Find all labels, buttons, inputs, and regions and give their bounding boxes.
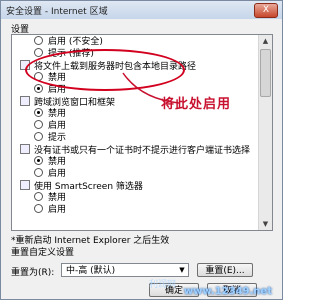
radio-option[interactable]: 提示	[12, 132, 258, 144]
setting-icon	[20, 144, 30, 154]
setting-icon	[20, 96, 30, 106]
list-item-label: 禁用	[48, 157, 67, 167]
list-item-label: 启用	[48, 169, 67, 179]
setting-group-header: 使用 SmartScreen 筛选器	[12, 180, 258, 192]
security-settings-dialog: 安全设置 - Internet 区域 X 设置 启用 (不安全) 提示 (推荐) 将…	[0, 0, 283, 300]
radio-option[interactable]: 禁用	[12, 192, 258, 204]
scroll-thumb[interactable]	[260, 49, 271, 97]
list-item-label: 使用 SmartScreen 筛选器	[34, 182, 143, 192]
radio-option[interactable]: 启用	[12, 168, 258, 180]
list-item-label: 禁用	[48, 193, 67, 203]
reset-button[interactable]: 重置(E)...	[197, 263, 253, 277]
scroll-down-icon[interactable]: ▼	[259, 218, 272, 230]
list-item-label: 启用	[48, 121, 67, 131]
close-button[interactable]: X	[254, 3, 278, 18]
list-item-label: 启用 (不安全)	[48, 37, 103, 47]
radio-icon[interactable]	[34, 192, 43, 201]
radio-option[interactable]: 禁用	[12, 156, 258, 168]
reset-group-label: 重置自定义设置	[11, 248, 75, 258]
window-title: 安全设置 - Internet 区域	[6, 6, 108, 17]
radio-icon[interactable]	[34, 36, 43, 45]
reset-to-label: 重置为(R):	[11, 268, 55, 278]
radio-option[interactable]: 启用	[12, 120, 258, 132]
vertical-scrollbar[interactable]: ▲ ▼	[258, 35, 272, 230]
radio-icon[interactable]	[34, 168, 43, 177]
radio-option[interactable]: 启用 (不安全)	[12, 36, 258, 48]
radio-icon[interactable]	[34, 120, 43, 129]
chevron-down-icon: ▼	[179, 266, 185, 274]
radio-icon[interactable]	[34, 48, 43, 57]
radio-selected-icon[interactable]	[34, 156, 43, 165]
radio-icon[interactable]	[34, 204, 43, 213]
setting-group-header: 没有证书或只有一个证书时不提示进行客户端证书选择	[12, 144, 258, 156]
setting-icon	[20, 180, 30, 190]
list-item-label: 启用	[48, 205, 67, 215]
title-bar: 安全设置 - Internet 区域	[1, 1, 282, 19]
watermark-site-name: 利润网	[149, 280, 177, 290]
radio-option[interactable]: 启用	[12, 204, 258, 216]
callout-annotation-text: 将此处启用	[161, 97, 232, 112]
reset-level-select[interactable]: 中-高 (默认) ▼	[61, 263, 189, 277]
watermark-url: www.12349.net	[183, 286, 272, 297]
reset-level-value: 中-高 (默认)	[66, 266, 116, 276]
radio-selected-icon[interactable]	[34, 108, 43, 117]
list-item-label: 没有证书或只有一个证书时不提示进行客户端证书选择	[34, 146, 251, 156]
radio-selected-icon[interactable]	[34, 84, 43, 93]
scroll-up-icon[interactable]: ▲	[259, 35, 272, 47]
list-item-label: 禁用	[48, 109, 67, 119]
list-item-label: 提示	[48, 133, 67, 143]
radio-icon[interactable]	[34, 132, 43, 141]
list-item-label: 跨域浏览窗口和框架	[34, 98, 116, 108]
